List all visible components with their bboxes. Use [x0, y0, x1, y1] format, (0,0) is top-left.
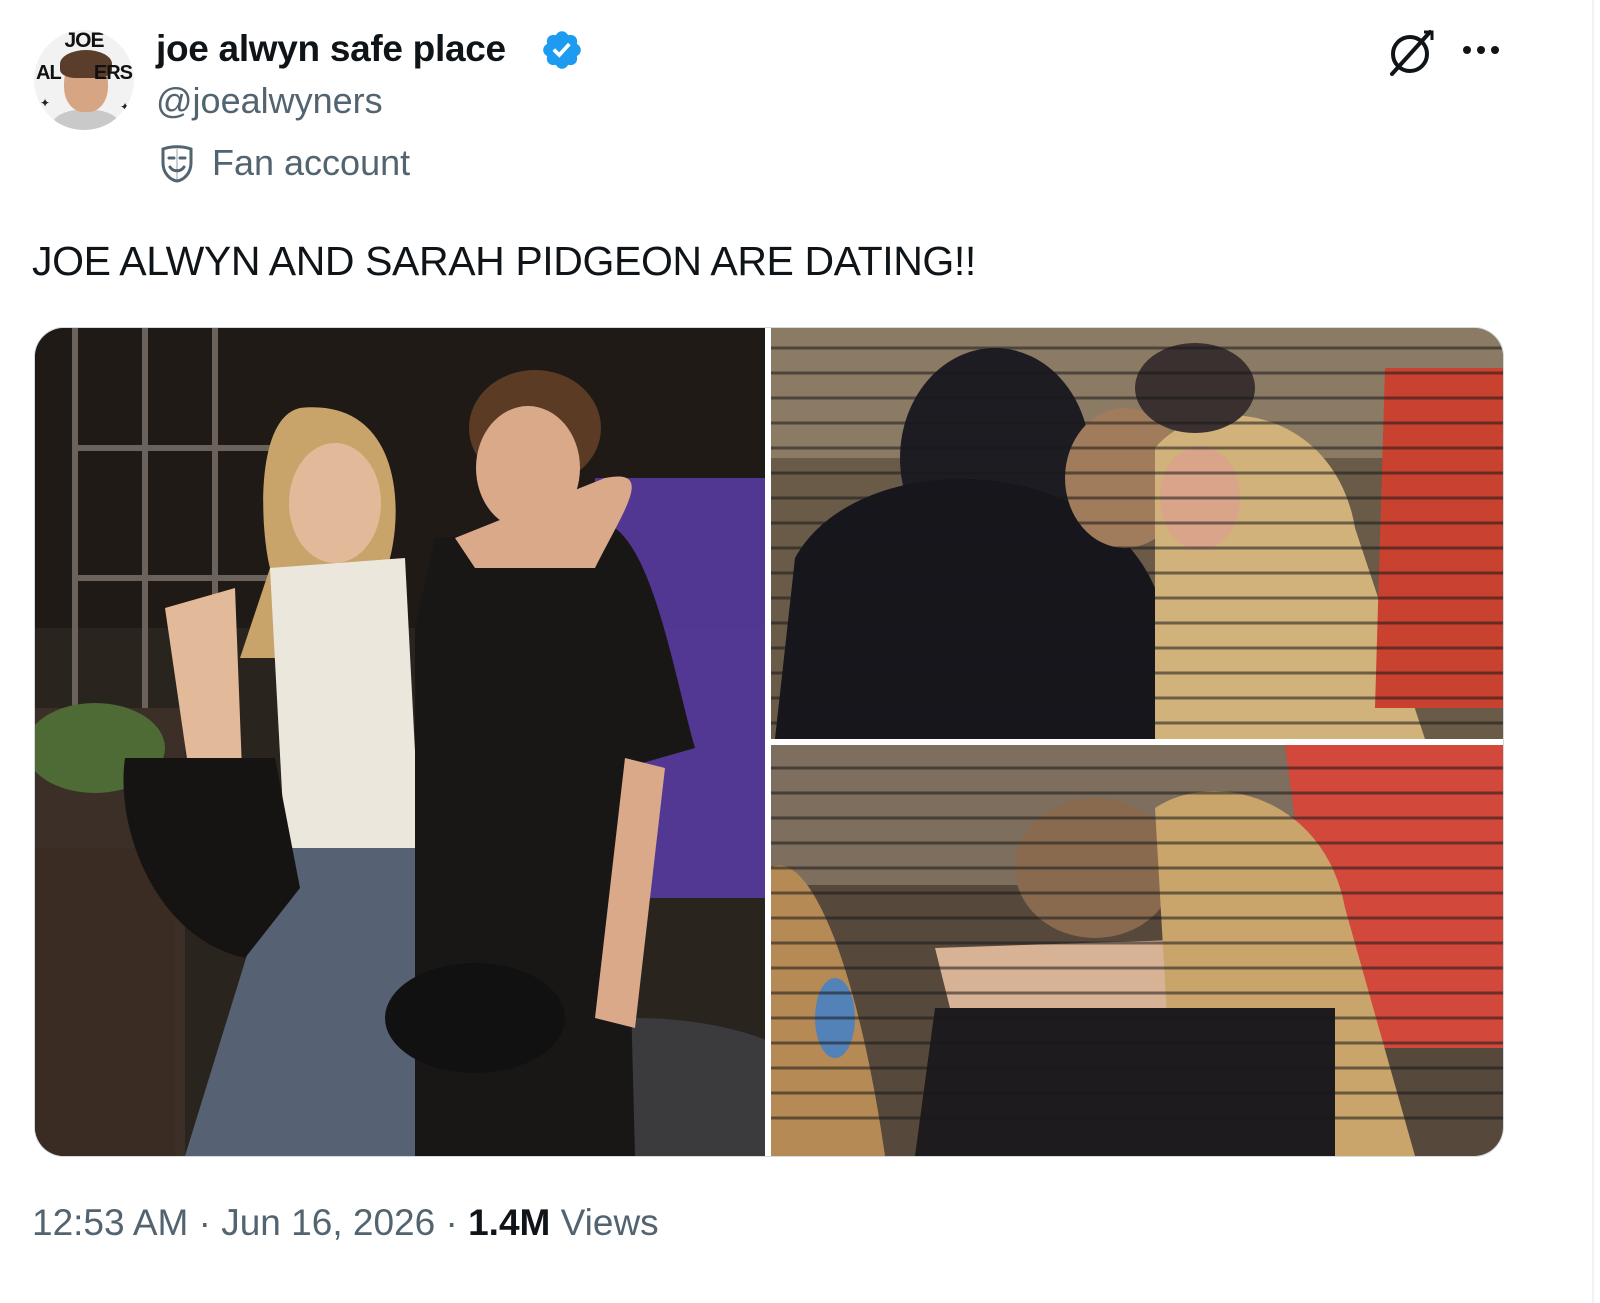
post-time[interactable]: 12:53 AM: [32, 1202, 188, 1243]
author-avatar[interactable]: JOE AL ERS ✦ ✦: [34, 30, 134, 130]
post-meta: 12:53 AM · Jun 16, 2026 · 1.4M Views: [32, 1202, 659, 1244]
post-date[interactable]: Jun 16, 2026: [221, 1202, 435, 1243]
author-handle[interactable]: @joealwyners: [156, 80, 383, 122]
views-count: 1.4M: [468, 1202, 551, 1243]
avatar-star-icon: ✦: [40, 96, 51, 110]
meta-separator: ·: [445, 1202, 458, 1243]
theater-masks-icon: [161, 145, 193, 183]
avatar-text-left: AL: [36, 62, 62, 84]
avatar-text-right: ERS: [93, 62, 133, 84]
photo-couple-kissing-1[interactable]: [771, 328, 1503, 739]
author-display-name[interactable]: joe alwyn safe place: [156, 28, 506, 70]
post-text: JOE ALWYN AND SARAH PIDGEON ARE DATING!!: [32, 238, 976, 284]
meta-separator: ·: [198, 1202, 211, 1243]
window-edge: [1592, 0, 1594, 1303]
photo-couple-kissing-2[interactable]: [771, 745, 1503, 1156]
verified-badge-icon: [543, 31, 581, 69]
avatar-shirt: [52, 110, 120, 130]
avatar-star-icon: ✦: [120, 100, 131, 114]
grok-icon[interactable]: [1384, 28, 1436, 76]
photo-couple-walking[interactable]: [35, 328, 835, 1156]
post-media-grid: [34, 327, 1504, 1157]
views-label: Views: [560, 1202, 659, 1243]
more-horizontal-icon[interactable]: [1460, 34, 1502, 64]
fan-account-label: Fan account: [212, 142, 411, 183]
avatar-text-top: JOE: [64, 30, 104, 52]
